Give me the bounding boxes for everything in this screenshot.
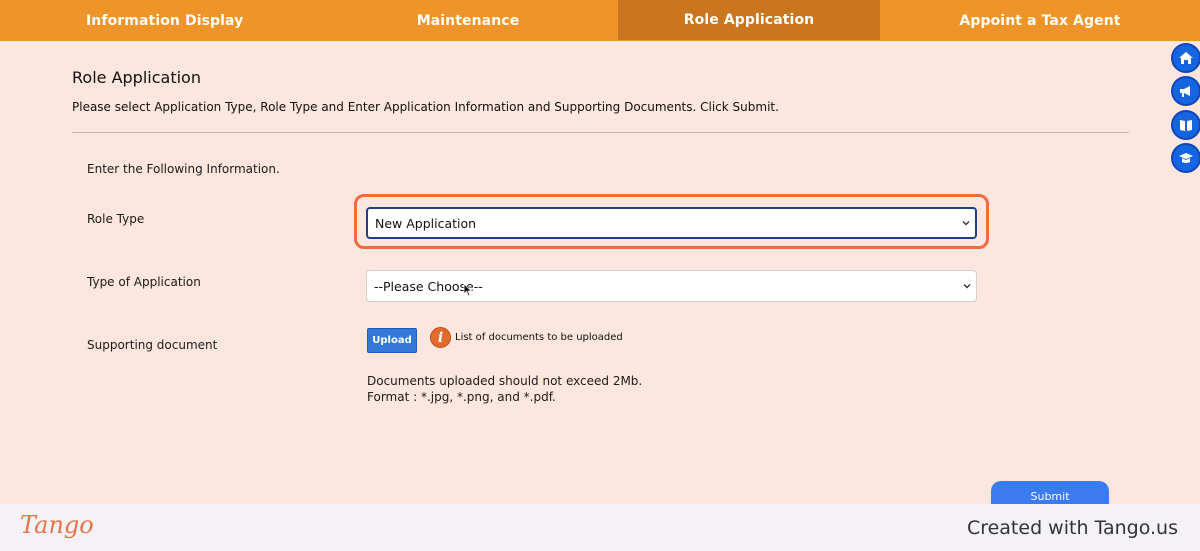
upload-button[interactable]: Upload [367, 328, 417, 353]
tab-maintenance[interactable]: Maintenance [318, 0, 618, 41]
graduation-cap-icon[interactable] [1171, 143, 1200, 173]
role-type-label: Role Type [87, 212, 145, 226]
documents-list-link[interactable]: List of documents to be uploaded [455, 332, 623, 343]
tango-logo: Tango [20, 511, 94, 539]
application-type-select[interactable]: --Please Choose-- [366, 270, 977, 302]
role-type-value: New Application [375, 215, 477, 231]
page-title: Role Application [72, 68, 201, 87]
supporting-document-label: Supporting document [87, 338, 218, 352]
top-nav: Information Display Maintenance Role App… [0, 0, 1200, 41]
graduation-cap-glyph [1179, 153, 1193, 163]
tab-role-application[interactable]: Role Application [618, 0, 880, 40]
application-type-label: Type of Application [87, 275, 201, 289]
chevron-down-icon [962, 221, 970, 226]
created-with-text: Created with Tango.us [966, 517, 1178, 539]
info-icon[interactable]: i [430, 327, 451, 348]
role-type-select[interactable]: New Application [366, 207, 977, 239]
home-icon[interactable] [1171, 43, 1200, 73]
tab-appoint-tax-agent[interactable]: Appoint a Tax Agent [880, 0, 1200, 41]
chevron-down-icon [963, 284, 971, 289]
megaphone-glyph [1180, 86, 1190, 97]
book-icon[interactable] [1171, 110, 1200, 140]
document-note: Documents uploaded should not exceed 2Mb… [367, 373, 642, 405]
document-format-note: Format : *.jpg, *.png, and *.pdf. [367, 390, 556, 404]
page-description: Please select Application Type, Role Typ… [72, 100, 779, 114]
book-glyph [1180, 120, 1192, 131]
mouse-cursor-icon [463, 283, 473, 297]
section-title: Enter the Following Information. [87, 162, 280, 176]
megaphone-icon[interactable] [1171, 76, 1200, 106]
home-glyph [1179, 52, 1193, 64]
document-size-note: Documents uploaded should not exceed 2Mb… [367, 374, 643, 388]
tab-information-display[interactable]: Information Display [0, 0, 318, 41]
divider [72, 132, 1129, 133]
